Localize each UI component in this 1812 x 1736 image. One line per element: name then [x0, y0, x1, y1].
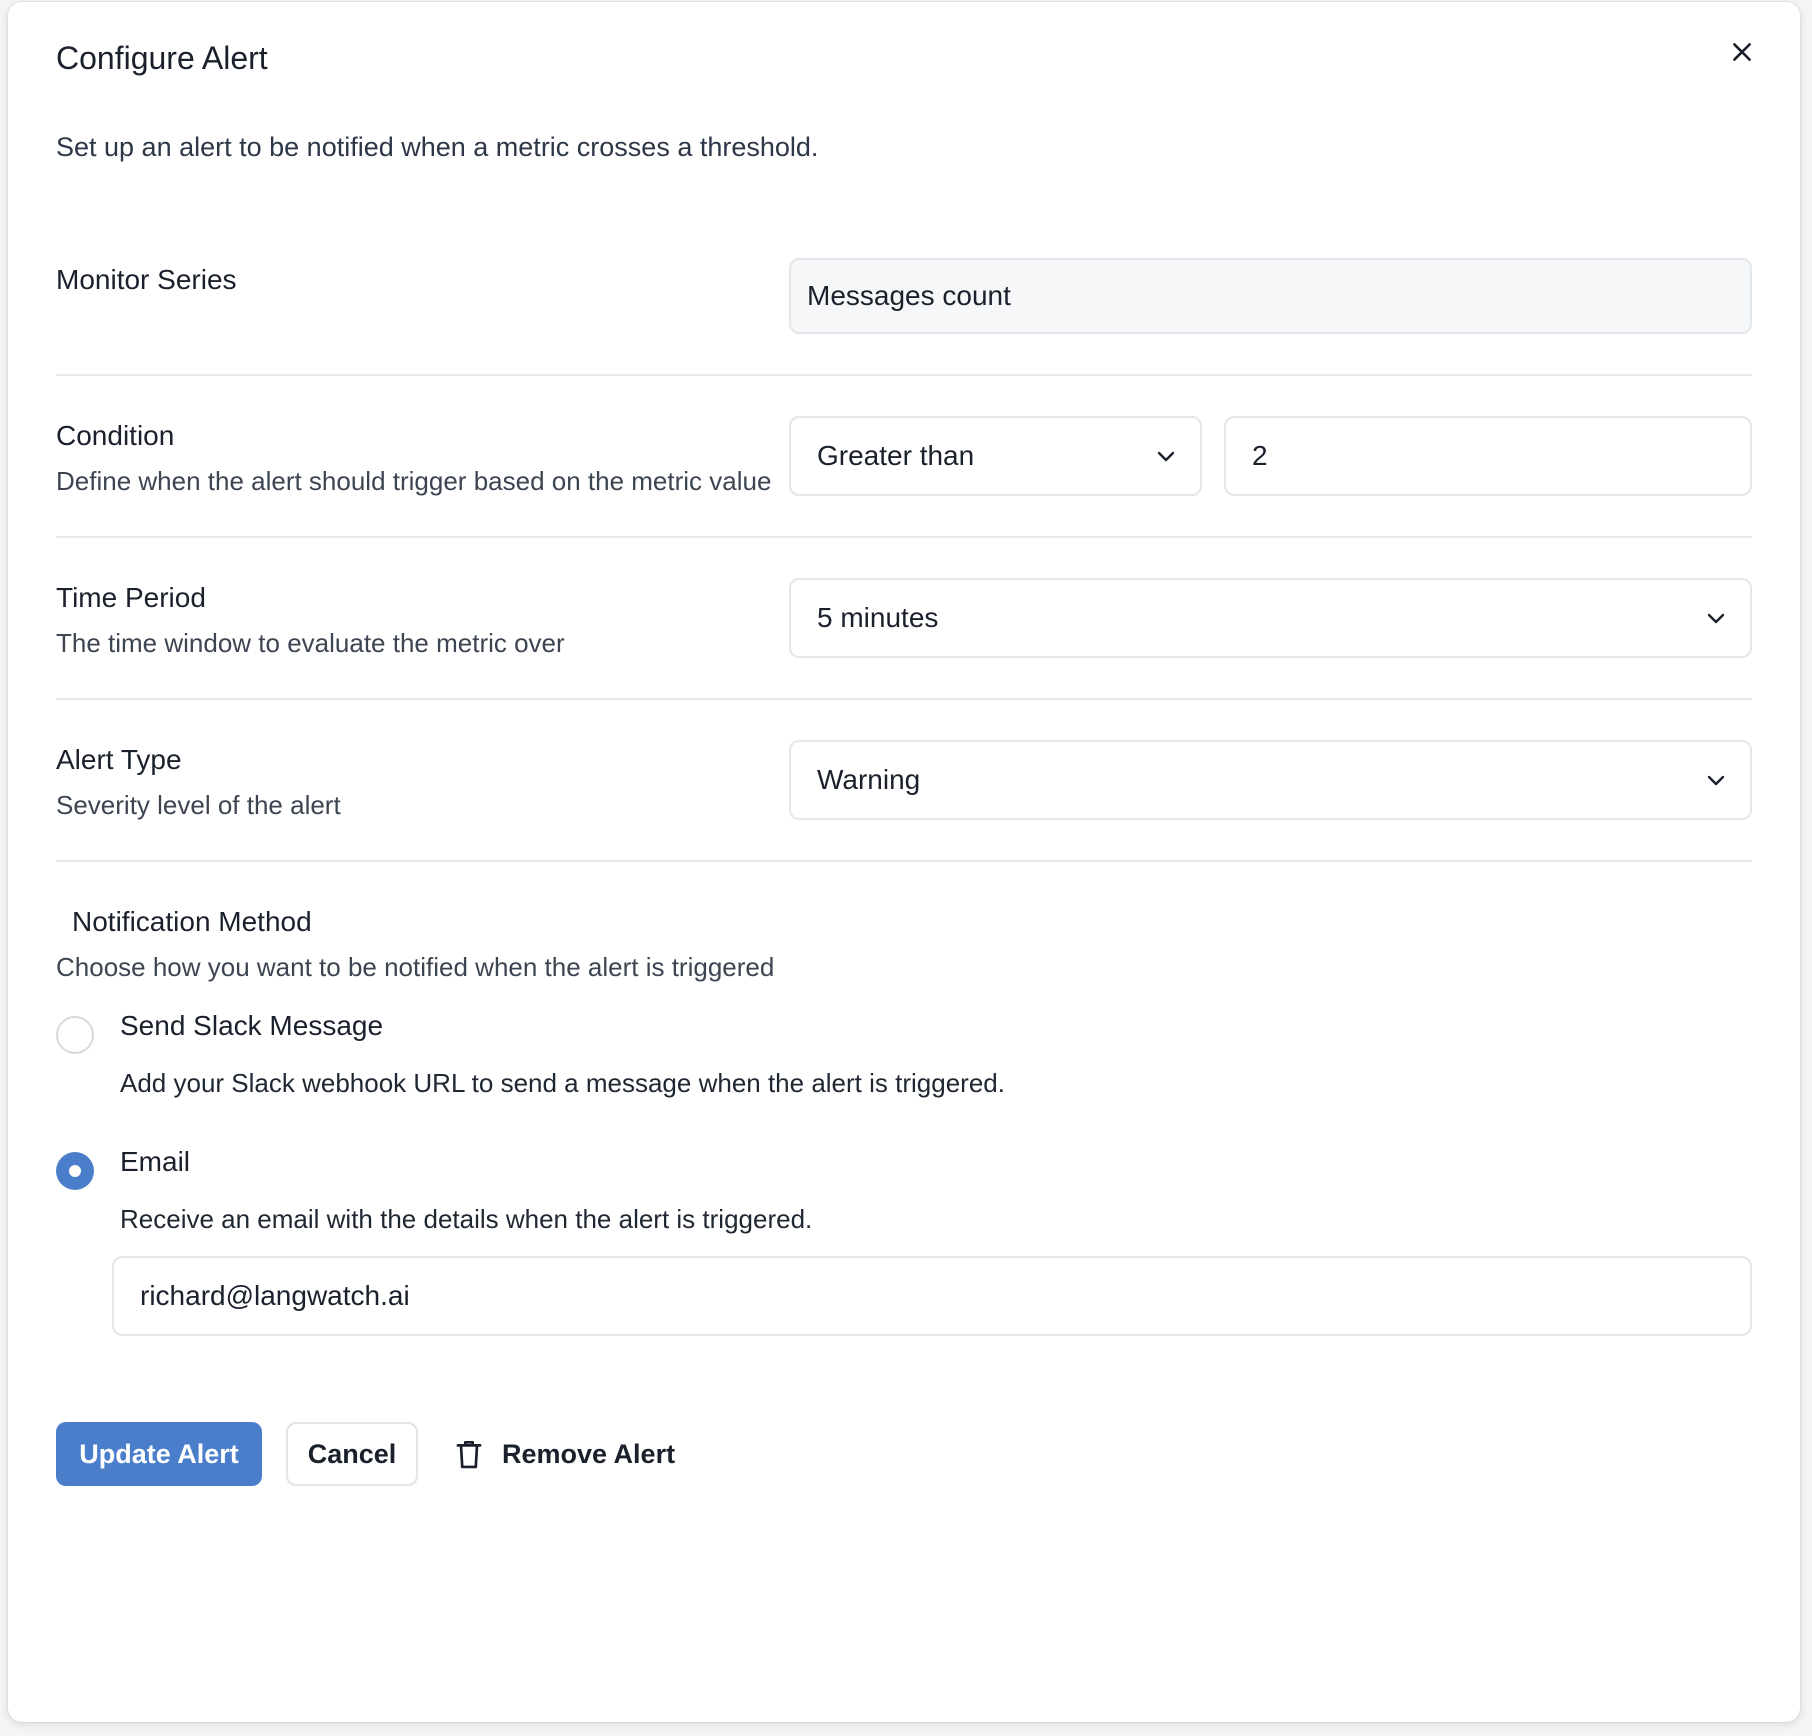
email-field[interactable]: richard@langwatch.ai — [112, 1256, 1752, 1336]
update-alert-button[interactable]: Update Alert — [56, 1422, 262, 1486]
email-value: richard@langwatch.ai — [140, 1280, 410, 1311]
chevron-down-icon — [1157, 451, 1175, 462]
time-period-help: The time window to evaluate the metric o… — [56, 628, 565, 658]
monitor-series-label: Monitor Series — [56, 264, 237, 295]
time-period-row: Time Period The time window to evaluate … — [56, 578, 1752, 668]
condition-operator-value: Greater than — [817, 440, 975, 471]
divider — [56, 860, 1752, 862]
chevron-down-icon — [1707, 613, 1725, 624]
dialog-title: Configure Alert — [56, 40, 268, 76]
remove-alert-label: Remove Alert — [502, 1438, 676, 1469]
condition-help: Define when the alert should trigger bas… — [56, 466, 772, 496]
close-button[interactable] — [1720, 30, 1764, 74]
monitor-series-field: Messages count — [789, 258, 1752, 334]
alert-type-label: Alert Type — [56, 744, 182, 775]
email-option-label[interactable]: Email — [120, 1146, 190, 1178]
alert-type-help: Severity level of the alert — [56, 790, 341, 820]
divider — [56, 698, 1752, 700]
divider — [56, 374, 1752, 376]
remove-alert-button[interactable]: Remove Alert — [448, 1422, 681, 1486]
slack-option-label[interactable]: Send Slack Message — [120, 1010, 383, 1042]
notification-section: Notification Method Choose how you want … — [56, 902, 1752, 1422]
divider — [56, 536, 1752, 538]
alert-type-row: Alert Type Severity level of the alert W… — [56, 740, 1752, 830]
monitor-series-row: Monitor Series Messages count — [56, 258, 1752, 338]
slack-radio[interactable] — [56, 1016, 94, 1054]
trash-icon — [456, 1440, 482, 1469]
condition-row: Condition Define when the alert should t… — [56, 416, 1752, 506]
condition-operator-select[interactable]: Greater than — [789, 416, 1202, 496]
alert-type-select[interactable]: Warning — [789, 740, 1752, 820]
configure-alert-dialog: Configure Alert Set up an alert to be no… — [8, 2, 1800, 1722]
time-period-select[interactable]: 5 minutes — [789, 578, 1752, 658]
condition-threshold-input[interactable]: 2 — [1224, 416, 1752, 496]
email-radio[interactable] — [56, 1152, 94, 1190]
chevron-down-icon — [1707, 775, 1725, 786]
time-period-value: 5 minutes — [817, 602, 939, 633]
alert-type-value: Warning — [817, 764, 921, 795]
close-icon — [1733, 43, 1751, 61]
condition-threshold-value: 2 — [1252, 440, 1268, 471]
monitor-series-value: Messages count — [807, 280, 1011, 311]
condition-label: Condition — [56, 420, 175, 451]
notification-label: Notification Method — [72, 906, 312, 937]
slack-option-help: Add your Slack webhook URL to send a mes… — [120, 1068, 1005, 1098]
cancel-button[interactable]: Cancel — [286, 1422, 418, 1486]
time-period-label: Time Period — [56, 582, 206, 613]
notification-help: Choose how you want to be notified when … — [56, 952, 775, 982]
dialog-description: Set up an alert to be notified when a me… — [56, 132, 819, 162]
email-option-help: Receive an email with the details when t… — [120, 1204, 813, 1234]
